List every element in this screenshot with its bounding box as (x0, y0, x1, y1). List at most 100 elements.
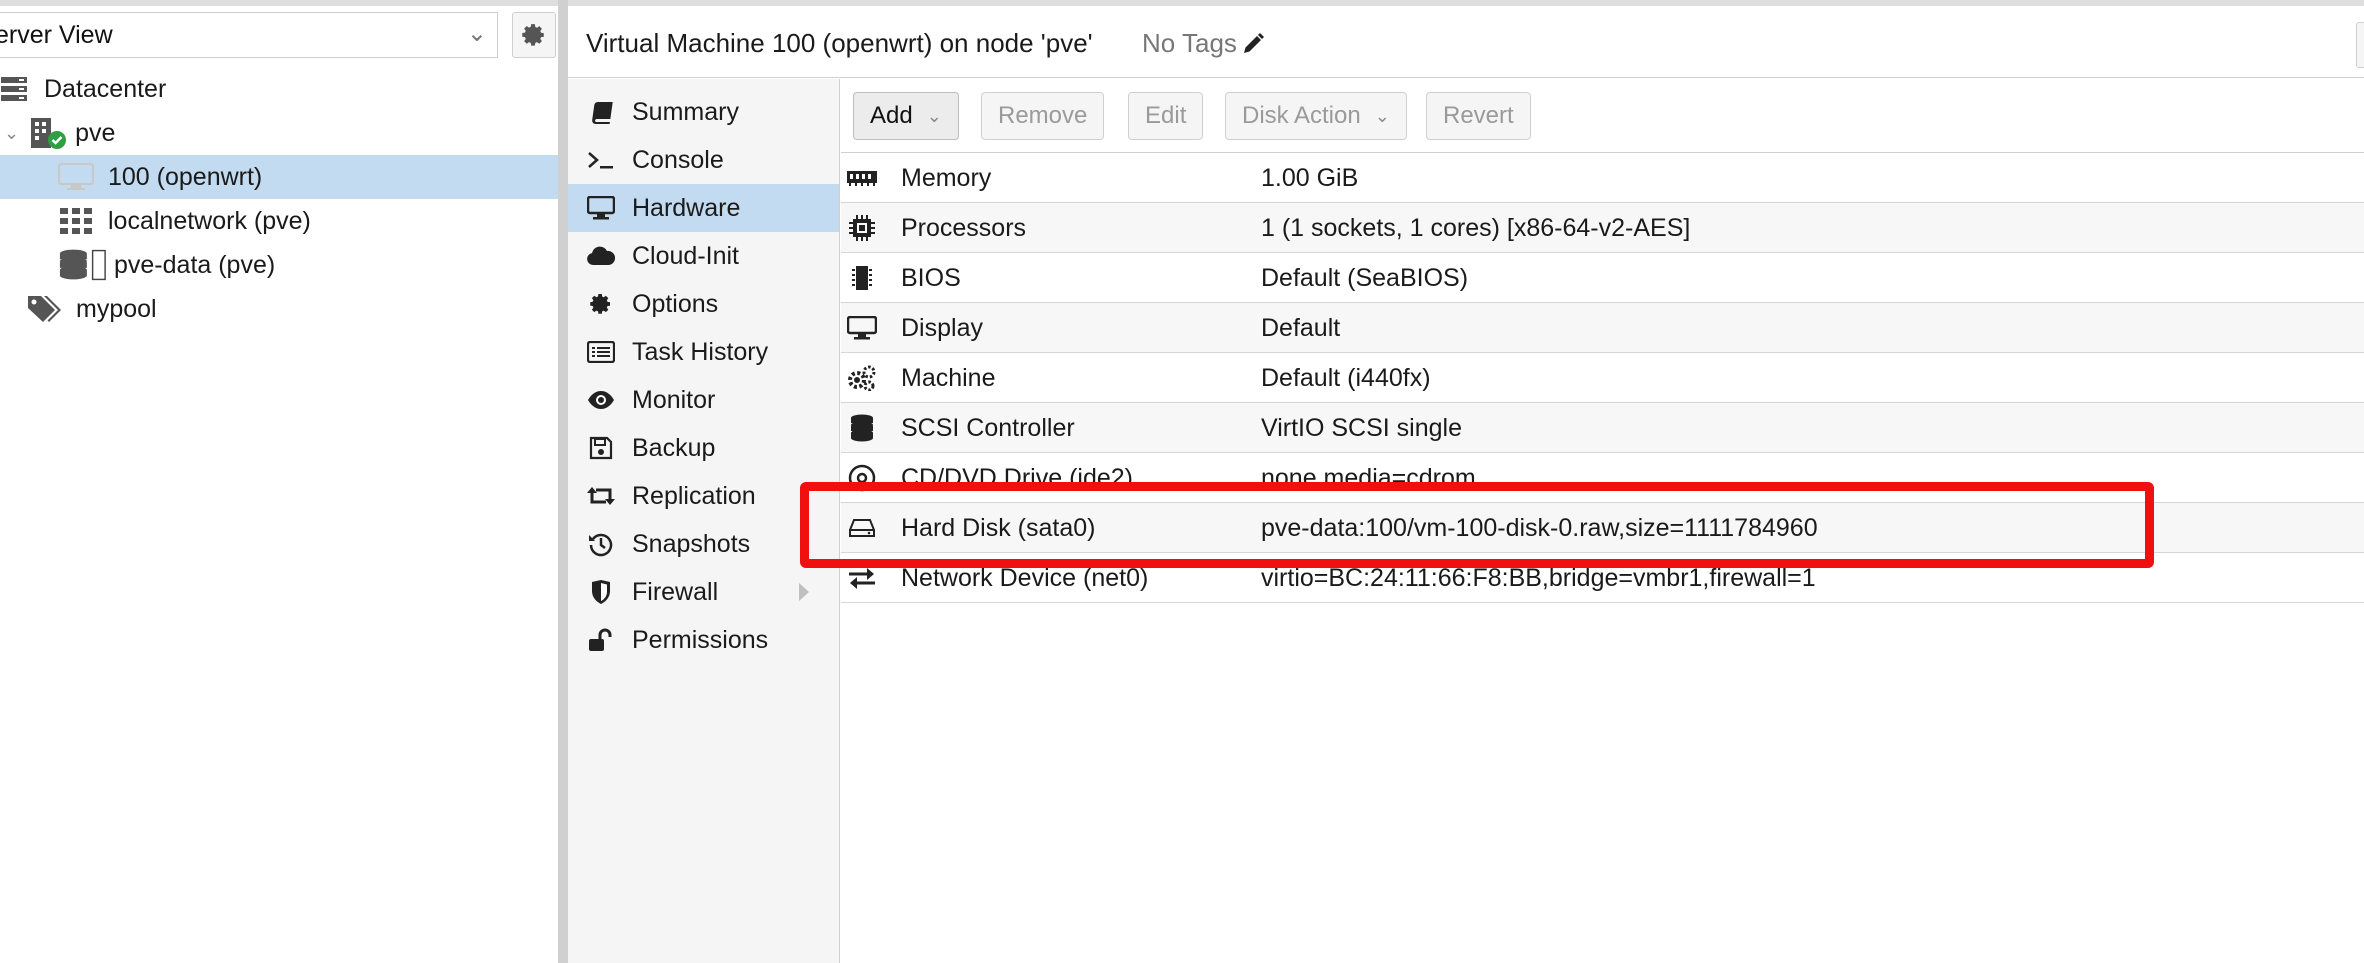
add-button[interactable]: Add ⌄ (853, 92, 959, 140)
nav-item-console[interactable]: Console (568, 136, 839, 184)
database-icon (847, 414, 877, 442)
gear-icon (586, 292, 616, 316)
view-selector[interactable]: erver View ⌄ (0, 12, 498, 58)
nav-item-label: Summary (632, 97, 739, 126)
nav-item-label: Task History (632, 337, 769, 366)
chip-icon (847, 265, 877, 291)
tags-area[interactable]: No Tags (1142, 28, 1265, 59)
tree-item-label: mypool (76, 294, 157, 323)
disk-action-button[interactable]: Disk Action ⌄ (1225, 92, 1407, 140)
vm-nav-menu: Summary Console Hardware Cloud-Init Opti… (568, 79, 840, 963)
nav-item-summary[interactable]: Summary (568, 88, 839, 136)
row-value: 1.00 GiB (1261, 164, 1359, 192)
tree-item-label: pve (75, 118, 116, 147)
row-value: VirtIO SCSI single (1261, 414, 1463, 442)
history-icon (586, 531, 616, 557)
expand-arrow-icon[interactable] (799, 583, 809, 601)
nav-item-permissions[interactable]: Permissions (568, 616, 839, 664)
cdrom-icon (847, 464, 877, 492)
table-row-bios[interactable]: BIOS Default (SeaBIOS) (841, 253, 2364, 303)
floppy-icon (586, 436, 616, 460)
remove-button-label: Remove (998, 102, 1088, 129)
row-value: Default (SeaBIOS) (1261, 264, 1469, 292)
nav-item-options[interactable]: Options (568, 280, 839, 328)
unlock-icon (586, 627, 616, 653)
nav-item-monitor[interactable]: Monitor (568, 376, 839, 424)
tree-item-mypool[interactable]: mypool (0, 287, 558, 331)
content-header: Virtual Machine 100 (openwrt) on node 'p… (568, 6, 2364, 78)
nav-item-snapshots[interactable]: Snapshots (568, 520, 839, 568)
hardware-toolbar: Add ⌄ Remove Edit Disk Action ⌄ Revert (841, 79, 2364, 153)
book-icon (586, 100, 616, 124)
nav-item-label: Monitor (632, 385, 716, 414)
pencil-icon[interactable] (1241, 32, 1265, 56)
tree-item-vm-100[interactable]: 100 (openwrt) (0, 155, 558, 199)
table-row-machine[interactable]: Machine Default (i440fx) (841, 353, 2364, 403)
table-row-memory[interactable]: Memory 1.00 GiB (841, 153, 2364, 203)
row-name: CD/DVD Drive (ide2) (901, 464, 1133, 492)
tree-item-pve-data[interactable]: pve-data (pve) (0, 243, 558, 287)
add-button-label: Add (870, 102, 913, 129)
tree-item-label: pve-data (pve) (114, 250, 276, 279)
exchange-icon (847, 565, 877, 591)
cogs-icon (847, 365, 877, 391)
row-name: SCSI Controller (901, 414, 1075, 442)
view-selector-label: erver View (0, 21, 113, 49)
edit-button-label: Edit (1145, 102, 1187, 129)
nav-item-task-history[interactable]: Task History (568, 328, 839, 376)
tree-settings-button[interactable] (512, 12, 556, 58)
row-name: BIOS (901, 264, 961, 292)
nav-item-replication[interactable]: Replication (568, 472, 839, 520)
retweet-icon (586, 484, 616, 508)
nav-item-cloud-init[interactable]: Cloud-Init (568, 232, 839, 280)
eye-icon (586, 390, 616, 410)
cloud-icon (586, 245, 616, 267)
row-name: Memory (901, 164, 992, 192)
revert-button-label: Revert (1443, 102, 1514, 129)
table-row-network-device[interactable]: Network Device (net0) virtio=BC:24:11:66… (841, 553, 2364, 603)
table-row-display[interactable]: Display Default (841, 303, 2364, 353)
row-name: Machine (901, 364, 996, 392)
nav-item-backup[interactable]: Backup (568, 424, 839, 472)
tree-item-pve[interactable]: ⌄ pve (0, 111, 558, 155)
edit-button[interactable]: Edit (1128, 92, 1204, 140)
row-value: none,media=cdrom (1261, 464, 1476, 492)
tree-item-label: localnetwork (pve) (108, 206, 311, 235)
server-icon (0, 76, 30, 102)
hdd-icon (847, 515, 877, 541)
header-right-button[interactable] (2356, 22, 2364, 68)
table-row-cdrom[interactable]: CD/DVD Drive (ide2) none,media=cdrom (841, 453, 2364, 503)
table-row-processors[interactable]: Processors 1 (1 sockets, 1 cores) [x86-6… (841, 203, 2364, 253)
row-name: Network Device (net0) (901, 564, 1149, 592)
row-name: Processors (901, 214, 1027, 242)
nav-item-firewall[interactable]: Firewall (568, 568, 839, 616)
nav-item-label: Options (632, 289, 719, 318)
resource-tree-panel: erver View ⌄ Datacenter ⌄ pve 100 (openw… (0, 6, 558, 963)
revert-button[interactable]: Revert (1426, 92, 1531, 140)
row-value: Default (1261, 314, 1341, 342)
disk-action-button-label: Disk Action (1242, 102, 1361, 129)
nav-item-label: Cloud-Init (632, 241, 739, 270)
row-value: Default (i440fx) (1261, 364, 1431, 392)
tree-item-localnetwork[interactable]: localnetwork (pve) (0, 199, 558, 243)
gear-icon (522, 24, 544, 46)
panel-splitter[interactable] (558, 0, 568, 963)
nav-item-hardware[interactable]: Hardware (568, 184, 839, 232)
chevron-down-icon[interactable]: ⌄ (4, 123, 19, 144)
nav-item-label: Backup (632, 433, 716, 462)
tree-item-datacenter[interactable]: Datacenter (0, 67, 558, 111)
vm-monitor-icon (58, 163, 94, 191)
cpu-icon (847, 215, 877, 241)
remove-button[interactable]: Remove (981, 92, 1105, 140)
row-value: pve-data:100/vm-100-disk-0.raw,size=1111… (1261, 514, 1818, 542)
desktop-icon (586, 196, 616, 220)
row-value: 1 (1 sockets, 1 cores) [x86-64-v2-AES] (1261, 214, 1691, 242)
terminal-icon (586, 148, 616, 172)
nav-item-label: Hardware (632, 193, 741, 222)
tags-label: No Tags (1142, 28, 1237, 58)
row-name: Hard Disk (sata0) (901, 514, 1096, 542)
chevron-down-icon: ⌄ (1374, 105, 1390, 126)
table-row-hard-disk[interactable]: Hard Disk (sata0) pve-data:100/vm-100-di… (841, 503, 2364, 553)
nav-item-label: Replication (632, 481, 756, 510)
table-row-scsi-controller[interactable]: SCSI Controller VirtIO SCSI single (841, 403, 2364, 453)
